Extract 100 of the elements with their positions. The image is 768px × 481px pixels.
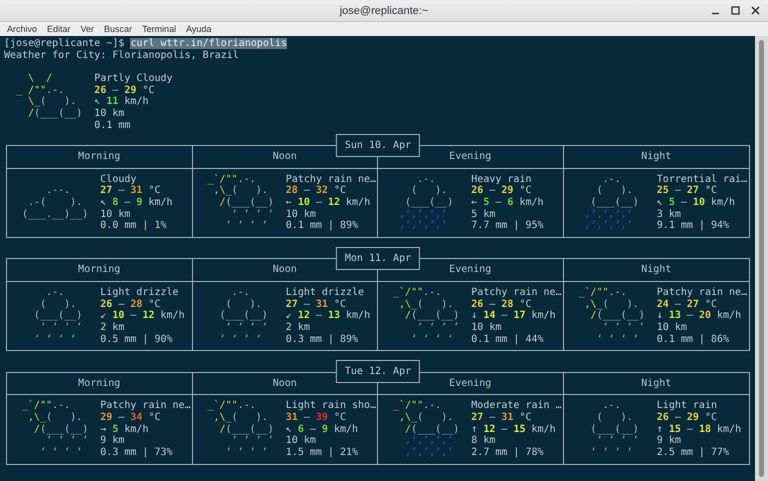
condition-text: Light drizzle	[286, 286, 364, 298]
temperature-text: 26 – 29 °C	[471, 185, 532, 196]
condition-text: Light rain sho…	[286, 400, 376, 412]
wind-text: ↑ 12 – 15 km/h	[471, 424, 556, 435]
condition-text: Patchy rain ne…	[471, 286, 562, 298]
wind-text: ↖ 11 km/h	[94, 96, 148, 108]
period-header: Night	[641, 151, 672, 162]
condition-text: Moderate rain …	[471, 400, 562, 412]
temperature-text: 25 – 27 °C	[656, 185, 717, 196]
temperature-text: 26 – 28 °C	[100, 298, 160, 310]
precipitation-text: 0.5 mm | 90%	[100, 334, 173, 345]
condition-text: Patchy rain ne…	[286, 174, 376, 184]
temperature-text: 29 – 34 °C	[100, 412, 160, 424]
period-header: Evening	[449, 264, 492, 276]
command-text: curl wttr.in/florianopolis	[130, 38, 287, 49]
wind-text: ↓ 14 – 17 km/h	[471, 310, 556, 322]
ascii-weather-art: .-. ( ). (___(__) ‚‘‚‘‚‘‚‘ ‚’‚’‚’‚’	[584, 174, 640, 232]
menu-item[interactable]: Editar	[47, 24, 71, 34]
temperature-text: 28 – 32 °C	[286, 185, 346, 196]
precipitation-text: 0.3 mm | 73%	[100, 447, 173, 458]
period-header: Morning	[78, 264, 120, 276]
condition-text: Partly Cloudy	[94, 73, 173, 84]
period-header: Night	[641, 264, 672, 276]
ascii-weather-art: _`/"".-. ,\_( ). /(___(__) ‘ ‘ ‘ ‘ ‘ ‘ ‘ ‘	[21, 400, 90, 459]
period-header: Evening	[449, 151, 492, 162]
condition-text: Patchy rain ne…	[656, 286, 748, 298]
visibility-text: 10 km	[286, 435, 316, 446]
wind-text: ↑ 15 – 18 km/h	[656, 424, 742, 435]
wind-text: ↙ 12 – 13 km/h	[286, 310, 370, 322]
ascii-weather-art: _`/"".-. ,\_( ). /(___(__) ‘ ‘ ‘ ‘ ‘ ‘ ‘ ‘	[578, 286, 646, 346]
precipitation-text: 0.1 mm | 86%	[656, 334, 730, 345]
visibility-text: 3 km	[656, 208, 681, 220]
menu-item[interactable]: Archivo	[7, 24, 38, 34]
ascii-weather-art: _`/"".-. ,\_( ). /(___(__) ‘ ‘ ‘ ‘ ‘ ‘ ‘ ‘	[206, 400, 275, 459]
window-title: jose@replicante:~	[340, 4, 428, 16]
condition-text: Patchy rain ne…	[100, 400, 191, 412]
temperature-text: 27 – 31 °C	[100, 185, 160, 196]
period-header: Noon	[272, 264, 297, 276]
period-header: Morning	[78, 378, 120, 389]
wind-text: ↖ 6 – 9 km/h	[286, 424, 358, 435]
precipitation-text: 0.0 mm | 1%	[100, 220, 167, 232]
ascii-weather-art: .--. .-( ). (___.__)__)	[21, 184, 90, 222]
wind-text: ← 5 – 6 km/h	[471, 196, 544, 208]
precipitation-text: 0.1 mm | 44%	[471, 334, 544, 345]
wind-text: → 5 km/h	[100, 424, 148, 435]
period-header: Noon	[272, 151, 297, 162]
visibility-text: 10 km	[286, 208, 316, 220]
ascii-weather-art: _`/"".-. ,\_( ). /(___(__) ‚‘‚‘‚‘‚‘ ‚’‚’‚’‚’	[392, 400, 460, 459]
ascii-weather-art: _`/"".-. ,\_( ). /(___(__) ‘ ‘ ‘ ‘ ‘ ‘ ‘ ‘	[206, 174, 275, 232]
location-text: Weather for City: Florianopolis, Brazil	[4, 50, 239, 61]
condition-text: Light drizzle	[100, 286, 179, 298]
visibility-text: 10 km	[656, 322, 687, 333]
visibility-text: 8 km	[471, 435, 496, 446]
precipitation-text: 1.5 mm | 21%	[286, 447, 358, 458]
temperature-text: 27 – 31 °C	[286, 298, 346, 310]
maximize-icon[interactable]	[730, 5, 741, 16]
precipitation-text: 0.3 mm | 89%	[286, 334, 358, 345]
close-icon[interactable]	[750, 5, 761, 16]
wind-text: ↖ 8 – 9 km/h	[100, 196, 173, 208]
visibility-text: 10 km	[100, 208, 130, 220]
visibility-text: 2 km	[100, 322, 124, 333]
scrollbar[interactable]	[755, 36, 768, 481]
menu-item[interactable]: Buscar	[104, 24, 132, 34]
precipitation-text: 0.1 mm | 89%	[286, 220, 358, 232]
menu-item[interactable]: Ver	[80, 24, 94, 34]
temperature-text: 31 – 39 °C	[286, 412, 346, 424]
visibility-text: 10 km	[471, 322, 502, 333]
wind-text: ↖ 5 – 10 km/h	[656, 196, 736, 208]
period-header: Noon	[272, 378, 297, 389]
temperature-text: 27 – 31 °C	[471, 412, 532, 424]
day-label: Tue 12. Apr	[336, 360, 420, 384]
condition-text: Cloudy	[100, 174, 136, 184]
precipitation-text: 2.5 mm | 77%	[656, 447, 730, 458]
visibility-text: 10 km	[94, 108, 124, 120]
condition-text: Heavy rain	[471, 174, 532, 184]
day-label: Mon 11. Apr	[336, 246, 420, 270]
wind-text: ↙ 10 – 12 km/h	[100, 310, 185, 322]
ascii-weather-art: _`/"".-. ,\_( ). /(___(__) ‘ ‘ ‘ ‘ ‘ ‘ ‘ ‘	[392, 286, 460, 346]
day-label: Sun 10. Apr	[336, 134, 420, 156]
ascii-weather-art: \ / _ /"".-. \_( ). /(___(__)	[15, 73, 84, 122]
visibility-text: 5 km	[471, 208, 496, 220]
prompt-text: [jose@replicante ~]$	[4, 38, 126, 49]
period-header: Night	[641, 378, 672, 389]
menu-item[interactable]: Ayuda	[186, 24, 212, 34]
temperature-text: 26 – 29 °C	[656, 412, 717, 424]
menu-item[interactable]: Terminal	[142, 24, 176, 34]
precipitation-text: 9.1 mm | 94%	[656, 220, 730, 232]
precipitation-text: 0.1 mm	[94, 120, 130, 131]
precipitation-text: 7.7 mm | 95%	[471, 220, 544, 232]
visibility-text: 9 km	[100, 435, 124, 446]
wind-text: ← 10 – 12 km/h	[286, 196, 370, 208]
condition-text: Torrential rai…	[656, 174, 748, 184]
precipitation-text: 2.7 mm | 78%	[471, 447, 544, 458]
visibility-text: 2 km	[286, 322, 310, 333]
visibility-text: 9 km	[656, 435, 681, 446]
ascii-weather-art: .-. ( ). (___(__) ‘ ‘ ‘ ‘ ‘ ‘ ‘ ‘	[218, 286, 269, 346]
period-header: Evening	[449, 378, 492, 389]
temperature-text: 26 – 28 °C	[471, 298, 532, 310]
period-header: Morning	[78, 151, 120, 162]
ascii-weather-art: .-. ( ). (___(__) ‘ ‘ ‘ ‘ ‘ ‘ ‘ ‘	[590, 400, 640, 459]
